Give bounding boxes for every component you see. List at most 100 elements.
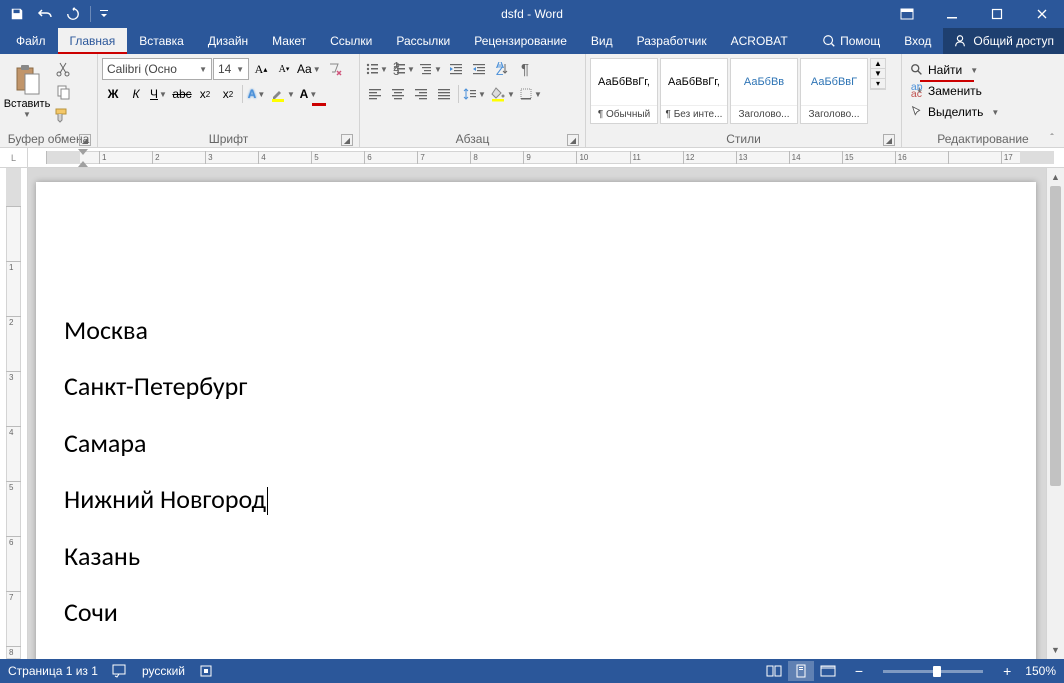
paragraph-dialog-launcher[interactable]: ◢ [567,134,579,146]
styles-dialog-launcher[interactable]: ◢ [883,134,895,146]
change-case-button[interactable]: Aa▼ [296,58,323,80]
highlight-button[interactable]: ▼ [269,83,297,105]
align-left-button[interactable] [364,83,386,105]
shading-button[interactable]: ▼ [489,83,517,105]
sort-button[interactable]: AZ [491,58,513,80]
svg-text:Z: Z [496,64,503,76]
spellcheck-status[interactable] [112,664,128,678]
tab-mailings[interactable]: Рассылки [384,28,462,54]
style-item[interactable]: АаБбВвГг,¶ Без инте... [660,58,728,124]
format-painter-button[interactable] [52,104,74,126]
tab-references[interactable]: Ссылки [318,28,384,54]
tab-review[interactable]: Рецензирование [462,28,579,54]
replace-button[interactable]: abacЗаменить [906,81,986,101]
tab-insert[interactable]: Вставка [127,28,196,54]
shrink-font-button[interactable]: A▾ [273,58,295,80]
collapse-ribbon-button[interactable]: ˆ [1044,131,1060,145]
line-spacing-button[interactable]: ▼ [462,83,488,105]
minimize-button[interactable] [929,0,974,28]
paragraph[interactable]: Нижний Новгород [64,481,1036,517]
bullets-button[interactable]: ▼ [364,58,390,80]
ribbon-display-button[interactable] [884,0,929,28]
styles-gallery[interactable]: АаБбВвГг,¶ ОбычныйАаБбВвГг,¶ Без инте...… [590,58,868,124]
font-dialog-launcher[interactable]: ◢ [341,134,353,146]
tab-selector[interactable]: L [0,148,28,167]
language-status[interactable]: русский [142,664,185,678]
tab-home[interactable]: Главная [58,28,128,54]
window-controls [884,0,1064,28]
borders-button[interactable]: ▼ [518,83,544,105]
macro-status[interactable] [199,664,213,678]
style-item[interactable]: АаБбВвГЗаголово... [800,58,868,124]
zoom-in-button[interactable]: + [1003,663,1011,679]
font-size-combo[interactable]: 14▼ [213,58,249,80]
font-name-combo[interactable]: Calibri (Осно▼ [102,58,212,80]
subscript-button[interactable]: x2 [194,83,216,105]
ruler-horizontal[interactable]: L 1234567891011121314151617 [0,148,1064,168]
page-number-status[interactable]: Страница 1 из 1 [8,664,98,678]
clipboard-dialog-launcher[interactable]: ◢ [79,134,91,146]
document-area: 12345678 Москва Санкт-Петербург Самара Нижн… [0,168,1064,659]
style-item[interactable]: АаБбВвЗаголово... [730,58,798,124]
text-effects-button[interactable]: A▼ [246,83,268,105]
close-button[interactable] [1019,0,1064,28]
find-button[interactable]: Найти▼ [906,60,982,80]
paragraph[interactable]: Санкт-Петербург [64,368,1036,404]
zoom-out-button[interactable]: − [855,663,863,679]
zoom-slider[interactable] [883,670,983,673]
tell-me-button[interactable]: Помощ [810,28,892,54]
vertical-scrollbar[interactable]: ▲ ▼ [1046,168,1064,659]
increase-indent-button[interactable] [468,58,490,80]
select-button[interactable]: Выделить▼ [906,102,1003,122]
tab-acrobat[interactable]: ACROBAT [719,28,800,54]
align-center-button[interactable] [387,83,409,105]
paragraph[interactable]: Москва [64,312,1036,348]
tab-file[interactable]: Файл [4,28,58,54]
print-layout-button[interactable] [788,661,814,681]
multilevel-list-button[interactable]: ▼ [418,58,444,80]
undo-button[interactable] [32,2,58,26]
read-mode-button[interactable] [761,661,787,681]
styles-scroll[interactable]: ▲▼▾ [870,58,886,90]
tab-developer[interactable]: Разработчик [625,28,719,54]
customize-qat-button[interactable] [95,2,113,26]
status-bar: Страница 1 из 1 русский − + 150% [0,659,1064,683]
show-marks-button[interactable]: ¶ [514,58,536,80]
copy-button[interactable] [52,81,74,103]
italic-button[interactable]: К [125,83,147,105]
clear-formatting-button[interactable] [324,58,346,80]
justify-button[interactable] [433,83,455,105]
share-button[interactable]: Общий доступ [943,28,1064,54]
numbering-button[interactable]: 123▼ [391,58,417,80]
paste-button[interactable]: Вставить ▼ [4,58,50,124]
group-editing: Найти▼ abacЗаменить Выделить▼ Редактиров… [902,54,1064,147]
grow-font-button[interactable]: A▴ [250,58,272,80]
maximize-button[interactable] [974,0,1019,28]
zoom-level[interactable]: 150% [1025,664,1056,678]
style-item[interactable]: АаБбВвГг,¶ Обычный [590,58,658,124]
save-button[interactable] [4,2,30,26]
signin-button[interactable]: Вход [892,28,943,54]
redo-button[interactable] [60,2,86,26]
superscript-button[interactable]: x2 [217,83,239,105]
paragraph[interactable]: Сочи [64,594,1036,630]
strikethrough-button[interactable]: abc [171,83,193,105]
scrollbar-thumb[interactable] [1050,186,1061,486]
align-right-button[interactable] [410,83,432,105]
svg-text:ac: ac [911,88,922,98]
paragraph[interactable]: Казань [64,538,1036,574]
bold-button[interactable]: Ж [102,83,124,105]
document-page[interactable]: Москва Санкт-Петербург Самара Нижний Новгор… [36,182,1036,659]
tab-design[interactable]: Дизайн [196,28,260,54]
group-paragraph: ▼ 123▼ ▼ AZ ¶ ▼ ▼ ▼ Абзац◢ [360,54,586,147]
tab-view[interactable]: Вид [579,28,625,54]
paragraph[interactable]: Самара [64,425,1036,461]
group-clipboard: Вставить ▼ Буфер обмена◢ [0,54,98,147]
tab-layout[interactable]: Макет [260,28,318,54]
indent-marker[interactable] [78,149,88,167]
decrease-indent-button[interactable] [445,58,467,80]
cut-button[interactable] [52,58,74,80]
web-layout-button[interactable] [815,661,841,681]
underline-button[interactable]: Ч▼ [148,83,170,105]
ruler-vertical[interactable]: 12345678 [0,168,28,659]
